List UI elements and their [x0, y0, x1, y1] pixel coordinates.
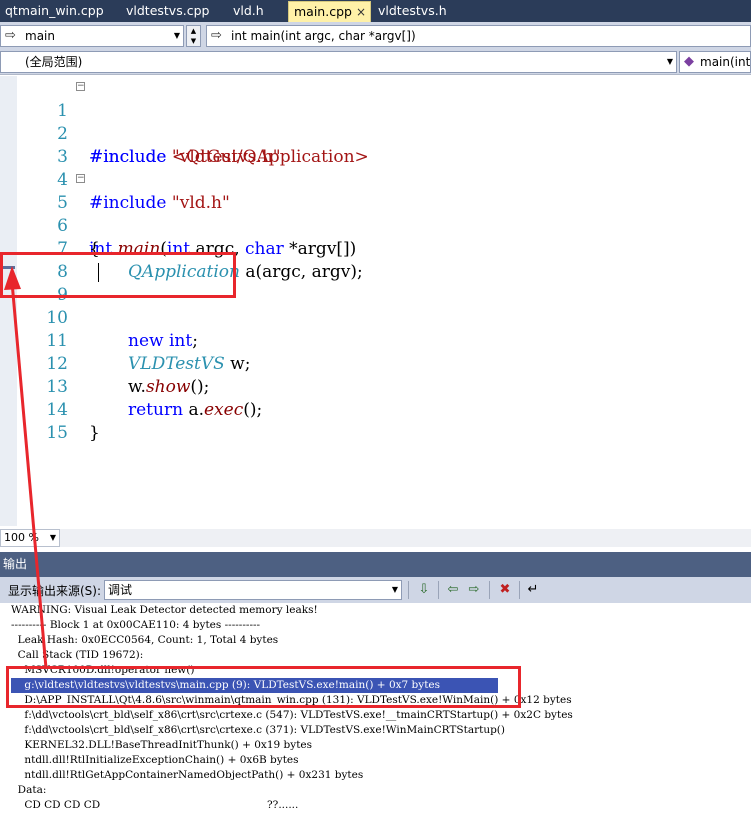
chevron-down-icon: ▼	[173, 31, 180, 40]
code-line: 6 {	[0, 192, 751, 259]
tab-label: qtmain_win.cpp	[5, 3, 104, 18]
code-line: 3	[0, 123, 751, 167]
tab-label: vldtestvs.h	[378, 3, 447, 18]
toolbar-separator	[489, 581, 490, 599]
editor-status-bar: 100 % ▼	[0, 529, 751, 547]
output-line: CD CD CD CD ??......	[11, 799, 299, 811]
tab-vldtestvs-h[interactable]: vldtestvs.h	[373, 1, 463, 22]
tab-main-cpp[interactable]: main.cpp ×	[288, 1, 371, 22]
tab-vldtestvs-cpp[interactable]: vldtestvs.cpp	[121, 1, 221, 22]
annotation-box-output	[6, 666, 521, 708]
code-line: 7 QApplication a(argc, argv);	[0, 215, 751, 282]
annotation-box-code	[0, 252, 236, 298]
output-line: ntdll.dll!RtlInitializeExceptionChain() …	[11, 754, 299, 766]
code-line: 12 w.show();	[0, 330, 751, 397]
close-icon[interactable]: ×	[356, 2, 366, 22]
output-text-area[interactable]: WARNING: Visual Leak Detector detected m…	[0, 603, 751, 822]
output-source-label: 显示输出来源(S):	[8, 584, 102, 598]
global-scope-dropdown[interactable]: (全局范围) ▼	[0, 51, 677, 73]
member-value: int main(int argc, char *argv[])	[231, 29, 416, 43]
code-line: 11 VLDTestVS w;	[0, 307, 751, 374]
line-number: 15	[46, 423, 68, 443]
word-wrap-icon[interactable]: ↵	[524, 581, 542, 599]
arrow-right-icon: ⇨	[5, 28, 16, 43]
toolbar-separator	[438, 581, 439, 599]
find-message-icon[interactable]: ⇩	[415, 581, 433, 599]
code-line: 13 return a.exec();	[0, 353, 751, 420]
code-line: 15	[0, 399, 751, 443]
tab-label: main.cpp	[294, 4, 352, 19]
output-line: f:\dd\vctools\crt_bld\self_x86\crt\src\c…	[11, 709, 573, 721]
tab-vld-h[interactable]: vld.h	[228, 1, 278, 22]
code-token: }	[89, 423, 100, 443]
previous-message-icon[interactable]: ⇦	[444, 581, 462, 599]
output-source-value: 调试	[108, 583, 133, 597]
zoom-value: 100 %	[4, 531, 39, 544]
arrow-right-icon: ⇨	[211, 28, 222, 43]
output-line: WARNING: Visual Leak Detector detected m…	[11, 604, 318, 616]
spin-button[interactable]: ▲ ▼	[186, 25, 201, 47]
output-line: ntdll.dll!RtlGetAppContainerNamedObjectP…	[11, 769, 364, 781]
member-dropdown[interactable]: ⇨ int main(int argc, char *argv[])	[206, 25, 751, 47]
code-line: 5 − int main(int argc, char *argv[])	[0, 169, 751, 260]
clear-all-icon[interactable]: ✖	[496, 581, 514, 599]
code-editor[interactable]: 1 − #include "vldtestvs.h" 2 #include <Q…	[0, 76, 751, 526]
output-line: ---------- Block 1 at 0x00CAE110: 4 byte…	[11, 619, 261, 631]
code-line: 4 #include "vld.h"	[0, 146, 751, 213]
output-source-dropdown[interactable]: 调试 ▼	[104, 580, 402, 600]
code-line: 14 }	[0, 376, 751, 443]
zoom-dropdown[interactable]: 100 % ▼	[0, 529, 60, 547]
function-value: main(int	[700, 55, 751, 69]
output-line: Data:	[11, 784, 47, 796]
next-message-icon[interactable]: ⇨	[465, 581, 483, 599]
output-toolbar: 显示输出来源(S): 调试 ▼ ⇩ ⇦ ⇨ ✖ ↵	[0, 577, 751, 603]
function-icon: ◆	[684, 54, 694, 69]
tab-qtmain-win-cpp[interactable]: qtmain_win.cpp	[0, 1, 116, 22]
output-line: KERNEL32.DLL!BaseThreadInitThunk() + 0x1…	[11, 739, 313, 751]
chevron-down-icon: ▼	[391, 585, 398, 594]
output-line: Call Stack (TID 19672):	[11, 649, 144, 661]
scope-dropdown[interactable]: ⇨ main ▼	[0, 25, 184, 47]
tab-label: vldtestvs.cpp	[126, 3, 210, 18]
function-dropdown[interactable]: ◆ main(int	[679, 51, 751, 73]
collapse-icon[interactable]: −	[76, 82, 85, 91]
output-line: Leak Hash: 0x0ECC0564, Count: 1, Total 4…	[11, 634, 279, 646]
toolbar-separator	[408, 581, 409, 599]
toolbar-separator	[519, 581, 520, 599]
global-scope-value: (全局范围)	[25, 55, 83, 69]
code-line: 2 #include <QtGui/QApplication>	[0, 100, 751, 167]
horizontal-scrollbar[interactable]	[62, 531, 751, 545]
output-line: f:\dd\vctools\crt_bld\self_x86\crt\src\c…	[11, 724, 505, 736]
output-title: 输出	[3, 557, 28, 571]
chevron-down-icon: ▼	[49, 533, 56, 542]
scope-value: main	[25, 29, 55, 43]
collapse-icon[interactable]: −	[76, 174, 85, 183]
code-line: 1 − #include "vldtestvs.h"	[0, 77, 751, 168]
tab-label: vld.h	[233, 3, 264, 18]
chevron-down-icon: ▼	[666, 57, 673, 66]
document-tab-bar: qtmain_win.cpp vldtestvs.cpp vld.h main.…	[0, 0, 751, 22]
output-panel-title: 输出	[0, 552, 751, 577]
navigation-bar: ⇨ main ▼ ▲ ▼ ⇨ int main(int argc, char *a…	[0, 22, 751, 75]
